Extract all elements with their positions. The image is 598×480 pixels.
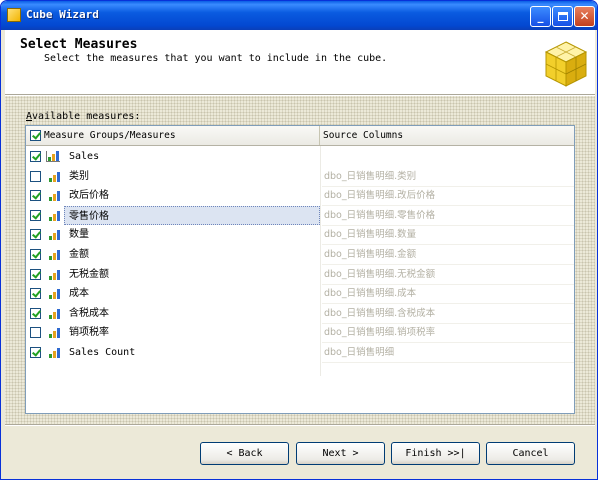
measure-checkbox[interactable] bbox=[30, 249, 41, 260]
measure-row[interactable]: 含税成本 dbo_日销售明细.含税成本 bbox=[26, 304, 574, 323]
measure-row[interactable]: 类别 dbo_日销售明细.类别 bbox=[26, 167, 574, 186]
measure-row[interactable]: 数量 dbo_日销售明细.数量 bbox=[26, 225, 574, 244]
column-header-source[interactable]: Source Columns bbox=[321, 126, 574, 145]
measure-checkbox[interactable] bbox=[30, 288, 41, 300]
measure-icon bbox=[48, 288, 62, 300]
page-title: Select Measures bbox=[20, 37, 138, 52]
measure-name[interactable]: 无税金额 bbox=[67, 265, 111, 284]
source-column: dbo_日销售明细.销项税率 bbox=[324, 327, 436, 339]
cube-wizard-window: Cube Wizard _ ✕ Select Measures Select t… bbox=[0, 0, 598, 480]
measure-checkbox[interactable] bbox=[30, 347, 41, 358]
measure-name[interactable]: Sales Count bbox=[67, 343, 137, 362]
title-bar[interactable]: Cube Wizard _ ✕ bbox=[1, 1, 597, 30]
grid-header: Measure Groups/Measures Source Columns bbox=[26, 126, 574, 146]
measure-row[interactable]: 销项税率 dbo_日销售明细.销项税率 bbox=[26, 323, 574, 342]
page-description: Select the measures that you want to inc… bbox=[44, 53, 388, 64]
measure-checkbox[interactable] bbox=[30, 327, 41, 339]
window-title: Cube Wizard bbox=[26, 8, 99, 21]
measure-name[interactable]: 类别 bbox=[67, 167, 91, 186]
cube-icon bbox=[544, 41, 588, 87]
measure-icon bbox=[48, 229, 62, 241]
measure-name[interactable]: 金额 bbox=[67, 245, 91, 264]
source-column: dbo_日销售明细.改后价格 bbox=[324, 190, 436, 202]
measure-row[interactable]: 成本 dbo_日销售明细.成本 bbox=[26, 284, 574, 303]
measure-group-row[interactable]: Sales bbox=[26, 147, 574, 166]
measure-icon bbox=[48, 269, 62, 280]
wizard-header: Select Measures Select the measures that… bbox=[5, 30, 595, 94]
measure-icon bbox=[48, 347, 62, 358]
measure-checkbox[interactable] bbox=[30, 190, 41, 202]
measure-checkbox[interactable] bbox=[30, 268, 41, 280]
measure-row[interactable]: 改后价格 dbo_日销售明细.改后价格 bbox=[26, 186, 574, 205]
row-divider bbox=[322, 362, 574, 363]
measure-icon bbox=[48, 190, 62, 202]
column-header-measures[interactable]: Measure Groups/Measures bbox=[26, 126, 320, 145]
measure-checkbox[interactable] bbox=[30, 229, 41, 241]
minimize-button[interactable]: _ bbox=[530, 6, 551, 27]
measure-name[interactable]: 数量 bbox=[67, 225, 91, 244]
measure-icon bbox=[48, 327, 62, 339]
measure-name[interactable]: 含税成本 bbox=[67, 304, 111, 323]
measure-row[interactable]: 无税金额 dbo_日销售明细.无税金额 bbox=[26, 265, 574, 284]
measure-checkbox[interactable] bbox=[30, 209, 41, 221]
source-column: dbo_日销售明细.金额 bbox=[324, 249, 417, 260]
measure-icon bbox=[48, 210, 62, 221]
measure-icon bbox=[48, 171, 62, 182]
measure-row[interactable]: 零售价格 dbo_日销售明细.零售价格 bbox=[26, 205, 574, 225]
measure-checkbox[interactable] bbox=[30, 151, 41, 162]
measures-grid[interactable]: Measure Groups/Measures Source Columns S… bbox=[25, 125, 575, 414]
measure-row[interactable]: 金额 dbo_日销售明细.金额 bbox=[26, 245, 574, 264]
finish-button[interactable]: Finish >>| bbox=[391, 442, 480, 465]
measure-row[interactable]: Sales Count dbo_日销售明细 bbox=[26, 343, 574, 362]
back-button[interactable]: < Back bbox=[200, 442, 289, 465]
measure-name[interactable]: 改后价格 bbox=[67, 186, 111, 205]
measure-name[interactable]: Sales bbox=[69, 147, 99, 166]
footer-separator bbox=[5, 424, 595, 426]
next-button[interactable]: Next > bbox=[296, 442, 385, 465]
measure-name[interactable]: 成本 bbox=[67, 284, 91, 303]
source-column: dbo_日销售明细.数量 bbox=[324, 229, 417, 241]
cube-app-icon bbox=[7, 8, 21, 22]
measure-checkbox[interactable] bbox=[30, 170, 41, 182]
source-column: dbo_日销售明细.类别 bbox=[324, 170, 417, 182]
maximize-button[interactable] bbox=[552, 6, 573, 27]
source-column: dbo_日销售明细 bbox=[324, 347, 395, 358]
measure-group-icon bbox=[46, 151, 60, 162]
measure-icon bbox=[48, 249, 62, 260]
available-label-text: vailable measures: bbox=[32, 111, 141, 122]
available-measures-label: Available measures: bbox=[26, 111, 140, 122]
source-column: dbo_日销售明细.零售价格 bbox=[324, 209, 436, 221]
close-button[interactable]: ✕ bbox=[574, 6, 595, 27]
measure-name[interactable]: 零售价格 bbox=[64, 205, 320, 225]
source-column: dbo_日销售明细.含税成本 bbox=[324, 307, 436, 319]
cancel-button[interactable]: Cancel bbox=[486, 442, 575, 465]
maximize-icon bbox=[557, 12, 568, 21]
measure-icon bbox=[48, 308, 62, 319]
source-column: dbo_日销售明细.成本 bbox=[324, 288, 417, 300]
source-column: dbo_日销售明细.无税金额 bbox=[324, 268, 436, 280]
measure-name[interactable]: 销项税率 bbox=[67, 323, 111, 342]
measure-checkbox[interactable] bbox=[30, 307, 41, 319]
